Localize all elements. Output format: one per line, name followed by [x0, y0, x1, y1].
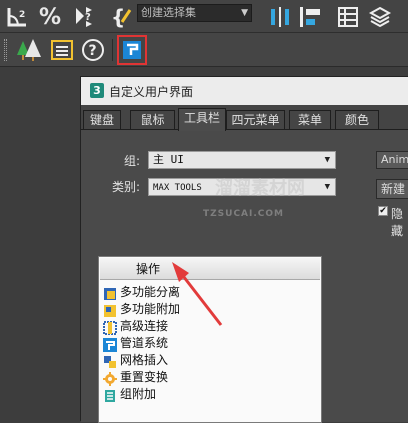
mesh-insert-icon — [103, 354, 117, 368]
svg-text:?: ? — [89, 43, 97, 59]
action-column-header[interactable]: 操作 — [100, 258, 320, 280]
main-toolbar-row-1: 2 % ? { 创建选择集 ▼ — [0, 0, 408, 33]
app-logo-icon: 3 — [90, 83, 104, 98]
svg-text:2: 2 — [19, 10, 25, 20]
list-item-label: 组附加 — [120, 387, 157, 401]
dialog-title: 自定义用户界面 — [109, 85, 194, 99]
list-item-label: 管道系统 — [120, 336, 169, 350]
dialog-titlebar[interactable]: 3 自定义用户界面 — [81, 77, 408, 105]
pipe-system-icon — [103, 337, 117, 352]
chevron-down-icon: ▼ — [324, 182, 330, 192]
chevron-down-icon: ▼ — [324, 155, 330, 165]
category-dropdown[interactable]: MAX TOOLS ▼ — [148, 178, 336, 196]
layer-explorer-icon[interactable] — [336, 5, 360, 29]
chevron-down-icon: ▼ — [241, 8, 248, 18]
list-panel-icon[interactable] — [50, 38, 74, 62]
layers-icon[interactable] — [368, 5, 392, 29]
main-toolbar-row-2: ? — [0, 33, 408, 67]
hide-checkbox-label: 隐藏 — [391, 207, 404, 238]
tab-quad-menus[interactable]: 四元菜单 — [226, 110, 285, 130]
pipe-system-button[interactable] — [117, 35, 147, 65]
tab-toolbars[interactable]: 工具栏 — [178, 108, 226, 131]
toolbar-grip[interactable] — [4, 39, 7, 61]
named-selection-set-dropdown[interactable]: 创建选择集 ▼ — [137, 4, 252, 22]
dialog-tabs: 键盘 鼠标 工具栏 四元菜单 菜单 颜色 — [81, 108, 408, 131]
list-item[interactable]: 多功能分离 — [103, 284, 180, 301]
list-item-label: 多功能附加 — [120, 302, 181, 316]
tab-colors[interactable]: 颜色 — [335, 110, 379, 130]
align-icon[interactable] — [298, 5, 324, 29]
customize-ui-dialog: 3 自定义用户界面 键盘 鼠标 工具栏 四元菜单 菜单 颜色 组: 主 UI ▼… — [80, 76, 408, 423]
list-item[interactable]: 多功能附加 — [103, 301, 180, 318]
tab-mouse[interactable]: 鼠标 — [130, 110, 175, 130]
list-item-label: 网格插入 — [120, 353, 169, 367]
list-item[interactable]: 高级连接 — [103, 318, 168, 335]
svg-text:?: ? — [85, 12, 91, 23]
group-dropdown[interactable]: 主 UI ▼ — [148, 151, 336, 169]
group-value: 主 UI — [153, 153, 184, 166]
bridge-icon — [103, 320, 117, 335]
pipe-system-icon — [123, 41, 141, 59]
selection-set-placeholder: 创建选择集 — [141, 6, 196, 19]
category-value: MAX TOOLS — [153, 183, 202, 193]
list-item[interactable]: 管道系统 — [103, 335, 168, 352]
reset-transform-gear-icon — [103, 371, 117, 386]
action-list[interactable]: 操作 多功能分离 多功能附加 高级连接 管道系统 网格插入 重置变换 组附加 — [98, 256, 322, 423]
toolbar-dropdown[interactable]: Anime — [376, 151, 408, 169]
edit-named-selection-icon[interactable]: { — [110, 4, 134, 30]
mirror-icon[interactable] — [268, 5, 292, 29]
toolbars-panel: 组: 主 UI ▼ 类别: MAX TOOLS ▼ Anime 新建 ✔ 隐藏 … — [81, 129, 408, 423]
new-button[interactable]: 新建 — [376, 179, 408, 199]
list-item-label: 高级连接 — [120, 319, 169, 333]
group-label: 组: — [124, 154, 141, 168]
list-item[interactable]: 网格插入 — [103, 352, 168, 369]
percent-snap-icon[interactable]: % — [37, 4, 63, 30]
hide-checkbox[interactable]: ✔ — [378, 206, 388, 216]
help-icon[interactable]: ? — [80, 37, 106, 63]
angle-snap-icon[interactable]: 2 — [5, 5, 29, 29]
category-label: 类别: — [112, 180, 141, 194]
list-item[interactable]: 重置变换 — [103, 369, 168, 386]
detach-icon — [103, 286, 117, 300]
spinner-snap-icon[interactable]: ? — [72, 4, 96, 30]
scene-explorer-trees-icon[interactable] — [16, 37, 42, 63]
svg-text:{: { — [111, 5, 125, 29]
group-attach-icon — [103, 388, 117, 402]
attach-icon — [103, 303, 117, 317]
list-item[interactable]: 组附加 — [103, 386, 156, 403]
tab-menus[interactable]: 菜单 — [289, 110, 331, 130]
list-item-label: 多功能分离 — [120, 285, 181, 299]
tab-keyboard[interactable]: 键盘 — [83, 110, 121, 130]
toolbar-separator — [112, 39, 113, 61]
list-item-label: 重置变换 — [120, 370, 169, 384]
